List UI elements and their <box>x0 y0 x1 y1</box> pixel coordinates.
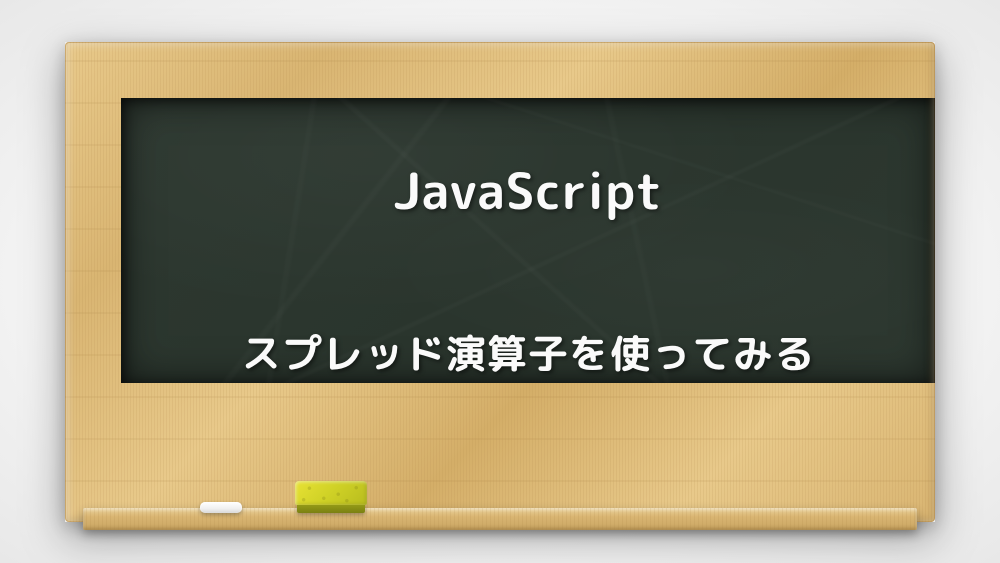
chalk-icon <box>200 502 242 513</box>
chalkboard-frame: JavaScript スプレッド演算子を使ってみる <box>65 42 935 522</box>
eraser-sponge <box>295 481 367 505</box>
chalkboard-surface: JavaScript スプレッド演算子を使ってみる <box>121 98 935 383</box>
eraser-icon <box>295 481 367 513</box>
board-title: JavaScript <box>393 153 663 228</box>
chalkboard-container: JavaScript スプレッド演算子を使ってみる <box>65 42 935 522</box>
board-subtitle: スプレッド演算子を使ってみる <box>241 323 815 383</box>
